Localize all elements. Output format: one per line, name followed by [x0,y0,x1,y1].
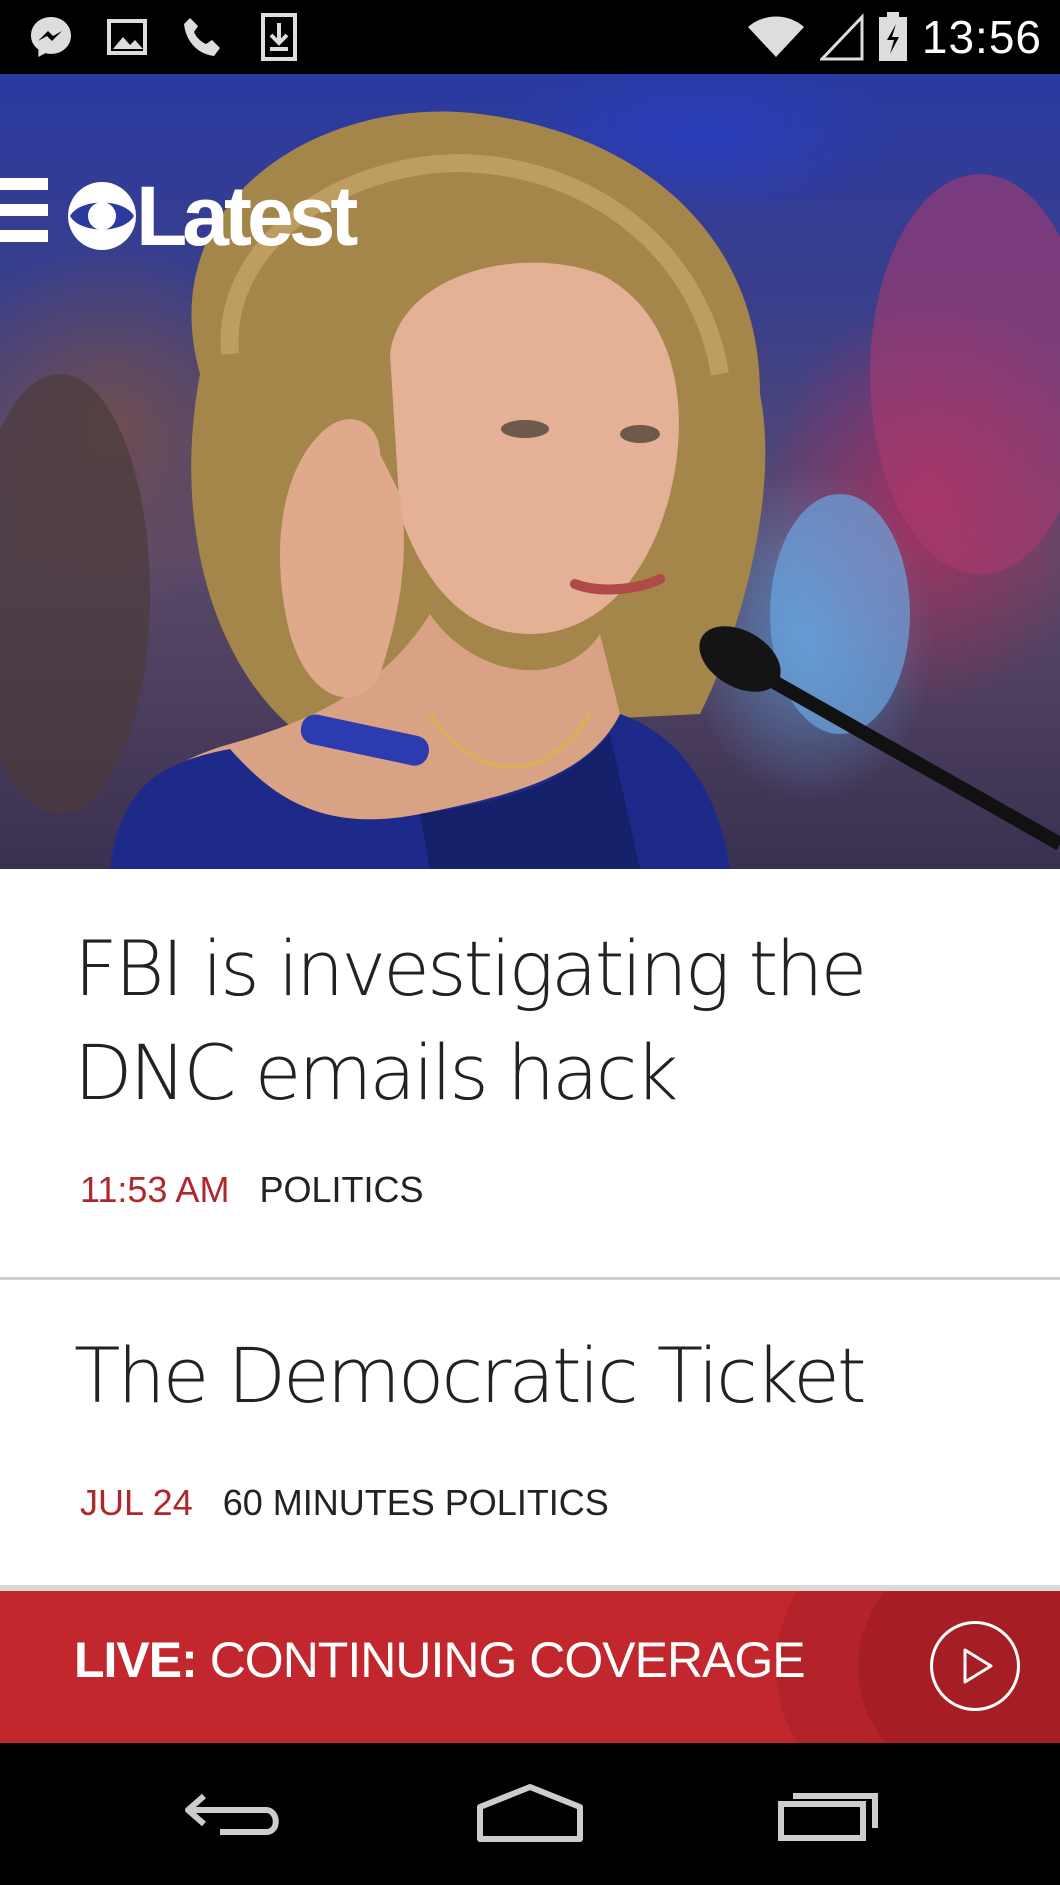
back-icon [185,1793,279,1835]
app-title: Latest [136,169,358,263]
app-logo: Latest [66,169,358,263]
hero-image[interactable]: Latest [0,74,1060,869]
story-category: 60 MINUTES POLITICS [222,1482,609,1523]
cbs-eye-logo [68,182,136,250]
notification-icons [26,12,304,62]
story-meta: 11:53 AM POLITICS [80,1169,423,1211]
home-icon [477,1784,583,1842]
live-coverage-bar[interactable]: LIVE: CONTINUING COVERAGE [0,1591,1060,1743]
live-label: LIVE: [74,1632,198,1688]
story-title[interactable]: The Democratic Ticket [74,1324,1000,1428]
story-card[interactable]: The Democratic Ticket JUL 24 60 MINUTES … [0,1280,1060,1585]
cell-signal-icon [819,13,864,61]
recents-button[interactable] [768,1773,888,1855]
phone-icon [178,12,228,62]
home-button[interactable] [470,1773,590,1855]
download-icon [254,12,304,62]
wifi-icon [747,16,804,57]
messenger-icon [26,12,76,62]
battery-charging-icon [878,12,907,61]
system-indicators: 13:56 [746,8,1042,66]
story-list: FBI is investigating the DNC emails hack… [0,869,1060,1591]
story-category: POLITICS [259,1169,424,1210]
back-button[interactable] [175,1773,295,1855]
play-button[interactable] [930,1621,1020,1711]
story-meta: JUL 24 60 MINUTES POLITICS [80,1482,609,1524]
recents-icon [778,1793,878,1841]
gallery-icon [102,12,152,62]
story-time: 11:53 AM [80,1169,230,1210]
live-text: LIVE: CONTINUING COVERAGE [74,1631,806,1689]
clock: 13:56 [921,11,1042,63]
status-bar: 13:56 [0,0,1060,74]
menu-icon[interactable] [0,178,50,250]
story-card[interactable]: FBI is investigating the DNC emails hack… [0,869,1060,1280]
play-icon [963,1648,993,1684]
live-caption: CONTINUING COVERAGE [209,1632,806,1688]
story-title[interactable]: FBI is investigating the DNC emails hack [74,917,1000,1125]
story-time: JUL 24 [80,1482,193,1523]
system-nav-bar [0,1743,1060,1885]
